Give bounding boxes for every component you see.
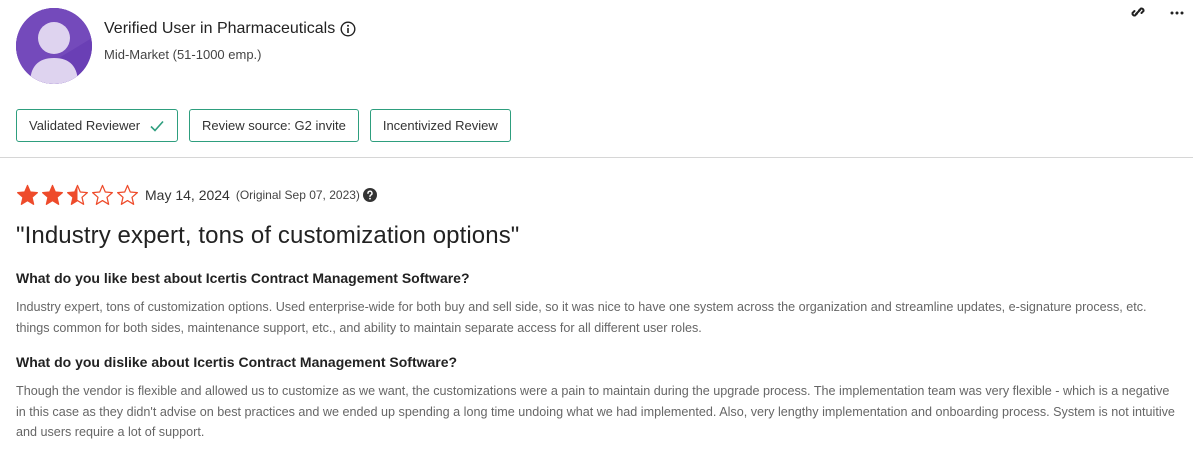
reviewer-name-row: Verified User in Pharmaceuticals bbox=[104, 20, 356, 38]
reviewer-name: Verified User in Pharmaceuticals bbox=[104, 20, 336, 37]
avatar bbox=[16, 8, 92, 84]
original-date: (Original Sep 07, 2023) bbox=[235, 188, 360, 202]
star-icon bbox=[117, 184, 138, 205]
reviewer-header: Verified User in Pharmaceuticals Mid-Mar… bbox=[0, 0, 1193, 158]
help-icon[interactable] bbox=[362, 188, 377, 202]
link-icon[interactable] bbox=[1130, 4, 1146, 20]
dislike-answer: Though the vendor is flexible and allowe… bbox=[16, 384, 1175, 439]
reviewer-segment: Mid-Market (51-1000 emp.) bbox=[104, 47, 262, 62]
check-icon bbox=[149, 118, 165, 134]
rating-row: May 14, 2024 (Original Sep 07, 2023) bbox=[16, 180, 1176, 210]
incentivized-review-badge[interactable]: Incentivized Review bbox=[369, 109, 511, 142]
review-source-badge[interactable]: Review source: G2 invite bbox=[189, 109, 359, 142]
dislike-question: What do you dislike about Icertis Contra… bbox=[16, 354, 458, 370]
like-question: What do you like best about Icertis Cont… bbox=[16, 270, 470, 286]
star-rating bbox=[16, 184, 139, 207]
badge-label: Validated Reviewer bbox=[29, 118, 141, 133]
star-icon bbox=[42, 184, 63, 205]
star-icon bbox=[92, 184, 113, 205]
badge-label: Review source: G2 invite bbox=[202, 118, 346, 133]
badge-list: Validated Reviewer Review source: G2 inv… bbox=[16, 109, 511, 142]
more-icon[interactable] bbox=[1169, 4, 1185, 20]
review-date: May 14, 2024 bbox=[145, 187, 230, 203]
validated-reviewer-badge[interactable]: Validated Reviewer bbox=[16, 109, 179, 142]
review-title: "Industry expert, tons of customization … bbox=[16, 222, 520, 249]
review-body: May 14, 2024 (Original Sep 07, 2023) "In… bbox=[16, 180, 1176, 443]
divider bbox=[0, 157, 1193, 158]
info-icon[interactable] bbox=[340, 21, 356, 37]
badge-label: Incentivized Review bbox=[382, 118, 498, 133]
star-icon bbox=[17, 184, 38, 205]
like-answer: Industry expert, tons of customization o… bbox=[16, 300, 1147, 335]
star-icon bbox=[67, 184, 88, 205]
